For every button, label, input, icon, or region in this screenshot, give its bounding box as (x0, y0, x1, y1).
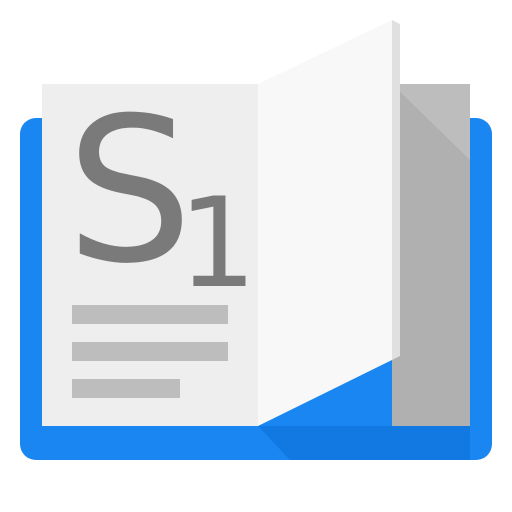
text-line-3 (72, 379, 180, 398)
open-book-icon (20, 20, 492, 460)
left-page (42, 84, 258, 426)
right-page-edge-shadow (392, 20, 400, 360)
text-line-1 (72, 305, 228, 324)
cover-shadow (258, 426, 470, 460)
right-page (258, 20, 392, 426)
text-line-2 (72, 342, 228, 361)
app-icon: S 1 (0, 0, 512, 512)
